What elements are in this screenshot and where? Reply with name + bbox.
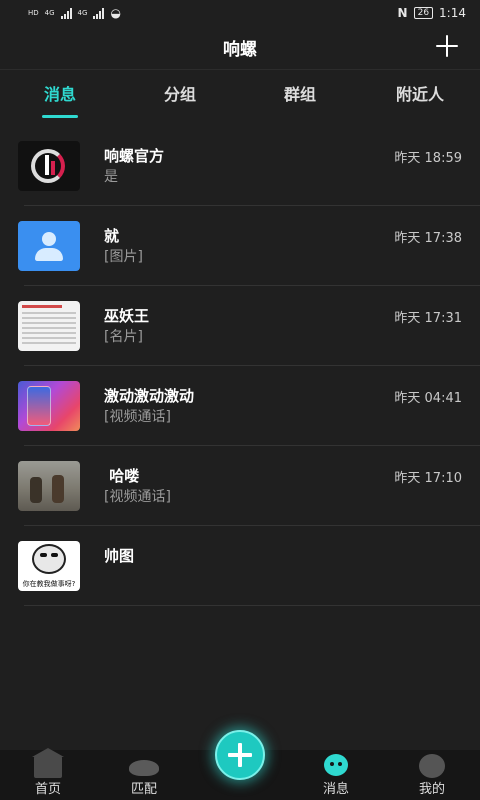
tab-label: 群组	[283, 85, 316, 104]
bottom-nav: 首页 匹配 消息 我的	[0, 730, 480, 800]
last-message: 是	[104, 169, 118, 185]
conversation-row[interactable]: 就 [图片] 昨天 17:38	[0, 206, 480, 286]
nav-label: 首页	[34, 782, 61, 797]
message-time: 昨天 17:38	[394, 231, 462, 246]
nav-label: 消息	[322, 782, 349, 797]
page-title: 响螺	[223, 40, 257, 60]
wifi-icon: ◒	[110, 6, 121, 20]
tab-group-chats[interactable]: 群组	[240, 70, 360, 122]
contact-name: 帅图	[104, 547, 135, 565]
home-icon	[32, 748, 64, 778]
nav-match[interactable]: 匹配	[96, 750, 192, 800]
message-time: 昨天 17:10	[394, 471, 462, 486]
avatar	[18, 301, 80, 351]
tab-bar: 消息 分组 群组 附近人	[0, 70, 480, 122]
conversation-row[interactable]: 响螺官方 是 昨天 18:59	[0, 126, 480, 206]
last-message	[104, 567, 480, 587]
message-icon	[324, 754, 348, 776]
message-time: 昨天 04:41	[394, 391, 462, 406]
tab-label: 附近人	[395, 85, 444, 104]
last-message: [视频通话]	[104, 409, 171, 425]
app-header: 响螺	[0, 26, 480, 70]
avatar	[18, 381, 80, 431]
message-time: 昨天 17:31	[394, 311, 462, 326]
nav-messages[interactable]: 消息	[288, 750, 384, 800]
message-time: 昨天 18:59	[394, 151, 462, 166]
nav-home[interactable]: 首页	[0, 748, 96, 800]
conversation-list: 响螺官方 是 昨天 18:59 就 [图片] 昨天 17:38 巫妖王 [名片]…	[0, 122, 480, 606]
tab-label: 分组	[163, 85, 196, 104]
nfc-icon: N	[397, 6, 408, 20]
signal-icon-2	[93, 7, 105, 19]
network-badge: 4G	[44, 8, 55, 17]
last-message: [图片]	[104, 249, 143, 265]
nav-add	[192, 730, 288, 800]
avatar	[18, 221, 80, 271]
avatar	[18, 461, 80, 511]
conversation-text: 帅图	[104, 541, 480, 591]
nav-label: 我的	[418, 782, 445, 797]
status-bar: HD 4G 4G ◒ N 26 1:14	[0, 0, 480, 26]
hd-badge: HD	[28, 8, 39, 17]
nav-label: 匹配	[130, 782, 157, 797]
avatar: 你在教我做事呀?	[18, 541, 80, 591]
match-icon	[129, 760, 159, 776]
nav-profile[interactable]: 我的	[384, 750, 480, 800]
signal-icon	[60, 7, 72, 19]
network-badge-2: 4G	[77, 8, 88, 17]
conversation-row[interactable]: 巫妖王 [名片] 昨天 17:31	[0, 286, 480, 366]
conversation-row[interactable]: 哈喽 [视频通话] 昨天 17:10	[0, 446, 480, 526]
tab-groups[interactable]: 分组	[120, 70, 240, 122]
conversation-row[interactable]: 你在教我做事呀? 帅图	[0, 526, 480, 606]
meme-caption: 你在教我做事呀?	[22, 580, 76, 588]
divider	[24, 605, 480, 606]
tab-messages[interactable]: 消息	[0, 70, 120, 122]
clock: 1:14	[439, 6, 466, 20]
profile-icon	[419, 754, 445, 778]
status-left: HD 4G 4G ◒	[28, 6, 121, 20]
avatar	[18, 141, 80, 191]
last-message: [名片]	[104, 329, 143, 345]
tab-nearby[interactable]: 附近人	[360, 70, 480, 122]
conversation-row[interactable]: 激动激动激动 [视频通话] 昨天 04:41	[0, 366, 480, 446]
last-message: [视频通话]	[104, 489, 171, 505]
tab-indicator	[42, 115, 78, 118]
tab-label: 消息	[43, 85, 76, 104]
status-right: N 26 1:14	[398, 6, 466, 20]
plus-fab-icon[interactable]	[215, 730, 265, 780]
battery-icon: 26	[413, 7, 434, 19]
plus-icon[interactable]	[434, 33, 460, 59]
